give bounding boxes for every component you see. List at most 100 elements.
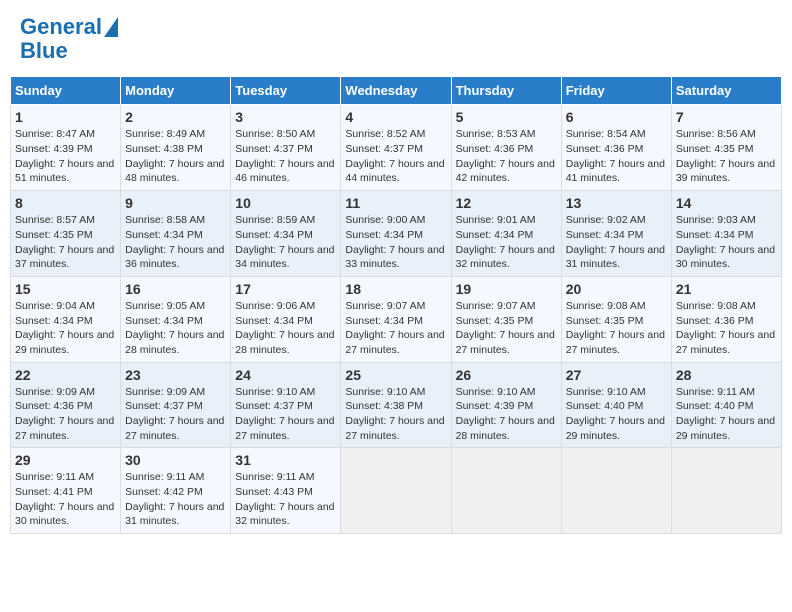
day-number: 22 [15, 367, 116, 383]
calendar-cell: 25 Sunrise: 9:10 AMSunset: 4:38 PMDaylig… [341, 362, 451, 448]
calendar-cell: 2 Sunrise: 8:49 AMSunset: 4:38 PMDayligh… [121, 105, 231, 191]
calendar-cell: 17 Sunrise: 9:06 AMSunset: 4:34 PMDaylig… [231, 276, 341, 362]
calendar-cell: 18 Sunrise: 9:07 AMSunset: 4:34 PMDaylig… [341, 276, 451, 362]
calendar-cell: 24 Sunrise: 9:10 AMSunset: 4:37 PMDaylig… [231, 362, 341, 448]
weekday-header-saturday: Saturday [671, 77, 781, 105]
calendar-cell: 27 Sunrise: 9:10 AMSunset: 4:40 PMDaylig… [561, 362, 671, 448]
weekday-header-tuesday: Tuesday [231, 77, 341, 105]
calendar-week-row: 1 Sunrise: 8:47 AMSunset: 4:39 PMDayligh… [11, 105, 782, 191]
weekday-header-friday: Friday [561, 77, 671, 105]
day-info: Sunrise: 9:06 AMSunset: 4:34 PMDaylight:… [235, 300, 334, 356]
day-info: Sunrise: 9:11 AMSunset: 4:40 PMDaylight:… [676, 386, 775, 442]
day-info: Sunrise: 9:03 AMSunset: 4:34 PMDaylight:… [676, 214, 775, 270]
day-number: 15 [15, 281, 116, 297]
calendar-cell: 22 Sunrise: 9:09 AMSunset: 4:36 PMDaylig… [11, 362, 121, 448]
day-info: Sunrise: 8:59 AMSunset: 4:34 PMDaylight:… [235, 214, 334, 270]
day-info: Sunrise: 8:58 AMSunset: 4:34 PMDaylight:… [125, 214, 224, 270]
day-info: Sunrise: 9:10 AMSunset: 4:37 PMDaylight:… [235, 386, 334, 442]
day-number: 30 [125, 452, 226, 468]
day-info: Sunrise: 8:50 AMSunset: 4:37 PMDaylight:… [235, 128, 334, 184]
calendar-cell: 8 Sunrise: 8:57 AMSunset: 4:35 PMDayligh… [11, 191, 121, 277]
day-info: Sunrise: 8:53 AMSunset: 4:36 PMDaylight:… [456, 128, 555, 184]
calendar-cell: 20 Sunrise: 9:08 AMSunset: 4:35 PMDaylig… [561, 276, 671, 362]
day-number: 8 [15, 195, 116, 211]
day-info: Sunrise: 9:01 AMSunset: 4:34 PMDaylight:… [456, 214, 555, 270]
day-number: 27 [566, 367, 667, 383]
day-number: 23 [125, 367, 226, 383]
day-info: Sunrise: 9:08 AMSunset: 4:35 PMDaylight:… [566, 300, 665, 356]
day-number: 16 [125, 281, 226, 297]
day-number: 2 [125, 109, 226, 125]
day-number: 31 [235, 452, 336, 468]
day-info: Sunrise: 9:07 AMSunset: 4:35 PMDaylight:… [456, 300, 555, 356]
calendar-cell [561, 448, 671, 534]
day-number: 25 [345, 367, 446, 383]
calendar-cell: 3 Sunrise: 8:50 AMSunset: 4:37 PMDayligh… [231, 105, 341, 191]
day-info: Sunrise: 9:11 AMSunset: 4:41 PMDaylight:… [15, 471, 114, 527]
day-number: 12 [456, 195, 557, 211]
calendar-cell: 9 Sunrise: 8:58 AMSunset: 4:34 PMDayligh… [121, 191, 231, 277]
calendar-cell: 5 Sunrise: 8:53 AMSunset: 4:36 PMDayligh… [451, 105, 561, 191]
weekday-header-sunday: Sunday [11, 77, 121, 105]
calendar-cell: 14 Sunrise: 9:03 AMSunset: 4:34 PMDaylig… [671, 191, 781, 277]
day-number: 1 [15, 109, 116, 125]
calendar-table: SundayMondayTuesdayWednesdayThursdayFrid… [10, 76, 782, 534]
calendar-cell: 21 Sunrise: 9:08 AMSunset: 4:36 PMDaylig… [671, 276, 781, 362]
calendar-cell [671, 448, 781, 534]
calendar-cell: 13 Sunrise: 9:02 AMSunset: 4:34 PMDaylig… [561, 191, 671, 277]
calendar-cell: 12 Sunrise: 9:01 AMSunset: 4:34 PMDaylig… [451, 191, 561, 277]
day-info: Sunrise: 8:54 AMSunset: 4:36 PMDaylight:… [566, 128, 665, 184]
calendar-cell: 7 Sunrise: 8:56 AMSunset: 4:35 PMDayligh… [671, 105, 781, 191]
day-info: Sunrise: 9:09 AMSunset: 4:37 PMDaylight:… [125, 386, 224, 442]
calendar-cell: 15 Sunrise: 9:04 AMSunset: 4:34 PMDaylig… [11, 276, 121, 362]
weekday-header-row: SundayMondayTuesdayWednesdayThursdayFrid… [11, 77, 782, 105]
day-number: 5 [456, 109, 557, 125]
logo-triangle-icon [104, 17, 118, 37]
calendar-cell: 28 Sunrise: 9:11 AMSunset: 4:40 PMDaylig… [671, 362, 781, 448]
day-info: Sunrise: 8:47 AMSunset: 4:39 PMDaylight:… [15, 128, 114, 184]
day-number: 26 [456, 367, 557, 383]
calendar-cell: 23 Sunrise: 9:09 AMSunset: 4:37 PMDaylig… [121, 362, 231, 448]
day-number: 10 [235, 195, 336, 211]
day-number: 28 [676, 367, 777, 383]
day-number: 20 [566, 281, 667, 297]
calendar-cell: 1 Sunrise: 8:47 AMSunset: 4:39 PMDayligh… [11, 105, 121, 191]
day-info: Sunrise: 8:49 AMSunset: 4:38 PMDaylight:… [125, 128, 224, 184]
day-number: 18 [345, 281, 446, 297]
day-info: Sunrise: 9:11 AMSunset: 4:42 PMDaylight:… [125, 471, 224, 527]
day-number: 21 [676, 281, 777, 297]
day-number: 19 [456, 281, 557, 297]
calendar-cell: 10 Sunrise: 8:59 AMSunset: 4:34 PMDaylig… [231, 191, 341, 277]
day-info: Sunrise: 8:56 AMSunset: 4:35 PMDaylight:… [676, 128, 775, 184]
day-number: 17 [235, 281, 336, 297]
weekday-header-thursday: Thursday [451, 77, 561, 105]
day-info: Sunrise: 9:05 AMSunset: 4:34 PMDaylight:… [125, 300, 224, 356]
day-number: 6 [566, 109, 667, 125]
logo-text-line2: Blue [20, 39, 68, 63]
day-info: Sunrise: 8:52 AMSunset: 4:37 PMDaylight:… [345, 128, 444, 184]
calendar-cell: 30 Sunrise: 9:11 AMSunset: 4:42 PMDaylig… [121, 448, 231, 534]
calendar-cell: 31 Sunrise: 9:11 AMSunset: 4:43 PMDaylig… [231, 448, 341, 534]
calendar-cell: 19 Sunrise: 9:07 AMSunset: 4:35 PMDaylig… [451, 276, 561, 362]
calendar-cell [451, 448, 561, 534]
day-number: 3 [235, 109, 336, 125]
weekday-header-wednesday: Wednesday [341, 77, 451, 105]
day-info: Sunrise: 9:10 AMSunset: 4:38 PMDaylight:… [345, 386, 444, 442]
day-number: 24 [235, 367, 336, 383]
calendar-cell [341, 448, 451, 534]
calendar-cell: 6 Sunrise: 8:54 AMSunset: 4:36 PMDayligh… [561, 105, 671, 191]
day-number: 9 [125, 195, 226, 211]
day-info: Sunrise: 9:10 AMSunset: 4:39 PMDaylight:… [456, 386, 555, 442]
page-header: General Blue [10, 10, 782, 68]
day-info: Sunrise: 9:02 AMSunset: 4:34 PMDaylight:… [566, 214, 665, 270]
weekday-header-monday: Monday [121, 77, 231, 105]
logo-text-line1: General [20, 15, 102, 39]
calendar-cell: 16 Sunrise: 9:05 AMSunset: 4:34 PMDaylig… [121, 276, 231, 362]
day-info: Sunrise: 9:04 AMSunset: 4:34 PMDaylight:… [15, 300, 114, 356]
calendar-cell: 11 Sunrise: 9:00 AMSunset: 4:34 PMDaylig… [341, 191, 451, 277]
day-number: 4 [345, 109, 446, 125]
day-number: 7 [676, 109, 777, 125]
day-info: Sunrise: 9:07 AMSunset: 4:34 PMDaylight:… [345, 300, 444, 356]
calendar-week-row: 22 Sunrise: 9:09 AMSunset: 4:36 PMDaylig… [11, 362, 782, 448]
day-number: 14 [676, 195, 777, 211]
